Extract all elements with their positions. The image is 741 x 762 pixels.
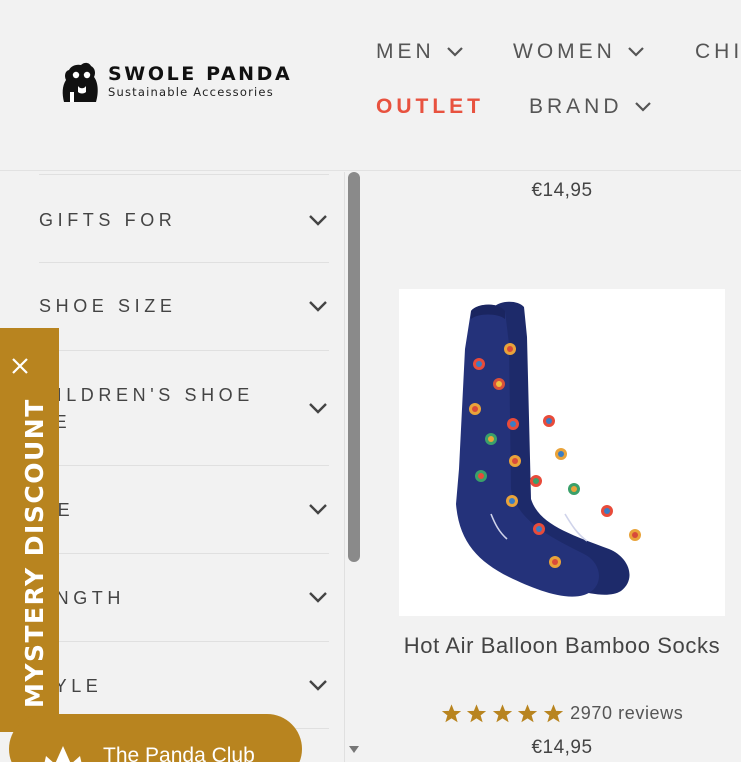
nav-brand-label: BRAND — [529, 95, 623, 118]
chevron-down-icon — [309, 680, 327, 691]
chevron-down-icon — [309, 215, 327, 226]
nav-children-label: CHI — [695, 40, 741, 63]
chevron-down-icon — [628, 47, 644, 57]
filter-label: SHOE SIZE — [39, 296, 177, 316]
nav-outlet[interactable]: OUTLET — [376, 95, 484, 119]
sock-image-icon — [456, 301, 641, 597]
chevron-down-icon — [634, 102, 651, 112]
previous-product-price: €14,95 — [531, 180, 593, 201]
chevron-down-icon — [309, 403, 327, 414]
star-icon — [517, 704, 538, 723]
nav-men-label: MEN — [376, 40, 435, 63]
filter-age[interactable]: GE — [39, 465, 329, 553]
star-icon — [466, 704, 487, 723]
star-icon — [441, 704, 461, 723]
filter-shoe-size[interactable]: SHOE SIZE — [39, 262, 329, 350]
site-header: SWOLE PANDA Sustainable Accessories MEN … — [0, 0, 741, 171]
scrollbar-thumb[interactable] — [348, 172, 360, 562]
star-icon — [492, 704, 512, 723]
mystery-discount-label[interactable]: MYSTERY DISCOUNT — [20, 398, 49, 708]
product-rating[interactable]: 2970 reviews — [399, 703, 725, 724]
nav-brand[interactable]: BRAND — [529, 95, 651, 119]
filter-label: ENGTH — [39, 588, 125, 608]
product-title[interactable]: Hot Air Balloon Bamboo Socks — [399, 630, 725, 661]
logo-subtitle: Sustainable Accessories — [108, 85, 274, 99]
product-image[interactable] — [399, 289, 725, 616]
product-price: €14,95 — [531, 737, 593, 758]
nav-children[interactable]: CHI — [695, 40, 741, 64]
chevron-down-icon — [309, 592, 327, 603]
close-icon[interactable] — [11, 357, 29, 375]
filter-label: GE — [39, 497, 289, 524]
filter-gifts-for[interactable]: GIFTS FOR — [39, 174, 329, 262]
filter-label: HILDREN'S SHOE ZE — [39, 385, 254, 432]
nav-outlet-label: OUTLET — [376, 95, 484, 118]
filter-length[interactable]: ENGTH — [39, 553, 329, 641]
chevron-down-icon — [309, 301, 327, 312]
review-count: 2970 reviews — [570, 703, 684, 723]
chevron-down-icon — [309, 504, 327, 515]
filter-label: GIFTS FOR — [39, 210, 177, 230]
nav-men[interactable]: MEN — [376, 40, 463, 64]
filter-childrens-shoe-size[interactable]: HILDREN'S SHOE ZE — [39, 350, 329, 465]
site-logo[interactable]: SWOLE PANDA Sustainable Accessories — [56, 58, 292, 104]
chevron-down-icon — [446, 47, 463, 57]
logo-title: SWOLE PANDA — [108, 63, 293, 85]
panda-logo-icon — [62, 62, 98, 102]
scroll-down-arrow-icon[interactable] — [349, 746, 359, 753]
nav-women[interactable]: WOMEN — [513, 40, 644, 64]
star-icon — [543, 704, 563, 723]
filter-label: TYLE — [39, 676, 103, 696]
nav-women-label: WOMEN — [513, 40, 616, 63]
crown-icon — [44, 746, 82, 762]
panda-club-label[interactable]: The Panda Club — [103, 744, 255, 762]
